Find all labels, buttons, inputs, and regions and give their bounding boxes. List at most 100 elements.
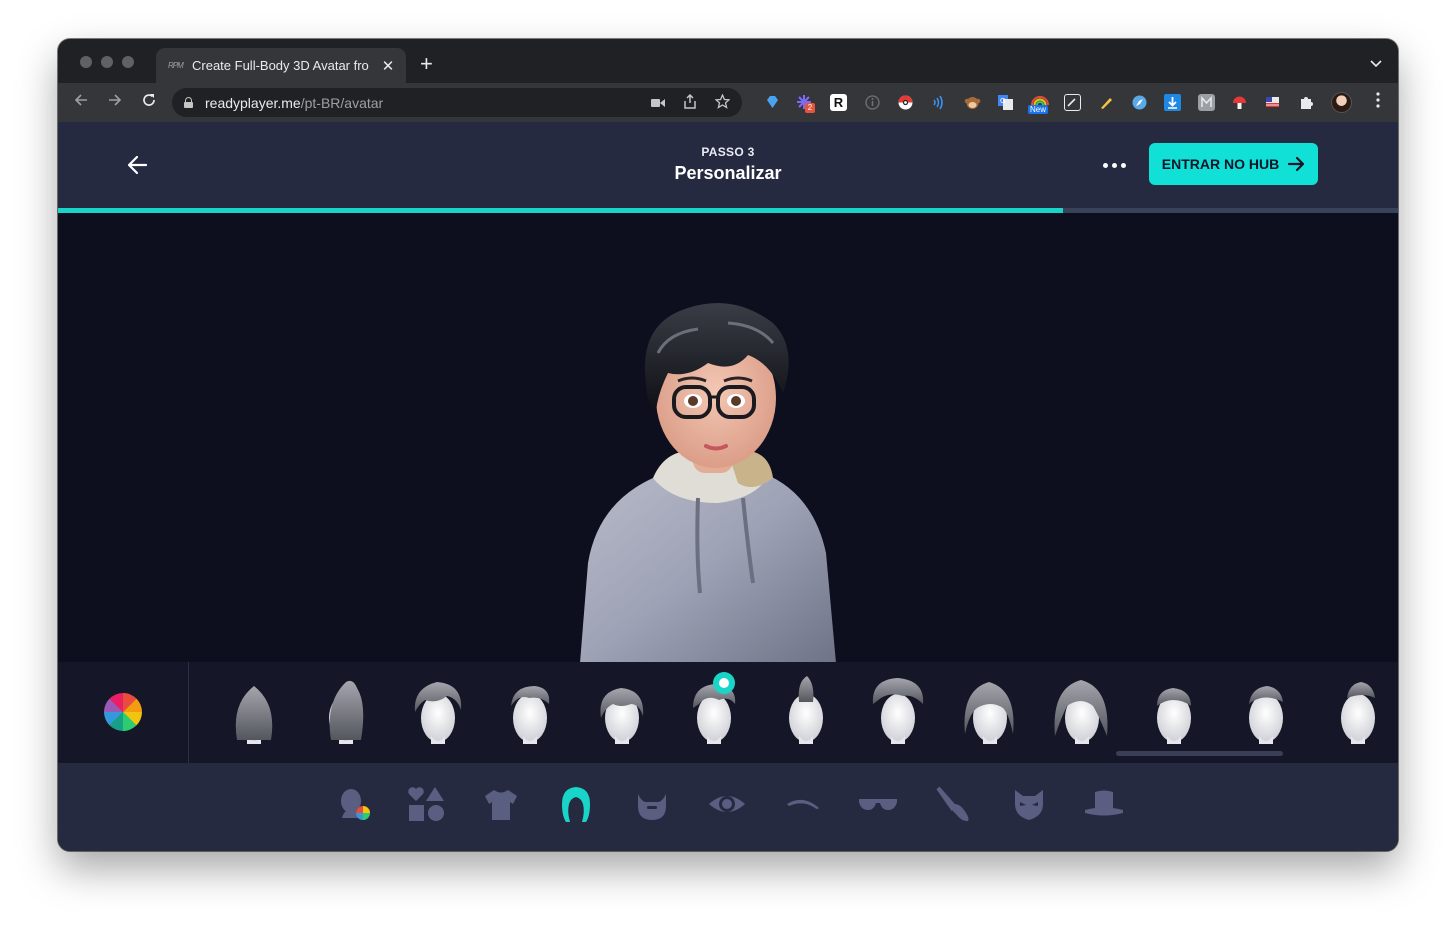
avatar-3d-viewport[interactable]	[58, 213, 1398, 663]
new-tab-button[interactable]: +	[420, 53, 433, 75]
face-shape-icon	[408, 787, 444, 821]
tab-close-button[interactable]: ✕	[380, 57, 396, 75]
category-bar	[58, 763, 1398, 851]
snowflake-extension-icon[interactable]: 2	[796, 94, 815, 113]
m-extension-icon[interactable]	[1198, 94, 1215, 111]
hair-style-long-bob-icon	[235, 686, 273, 744]
more-options-icon[interactable]	[1098, 152, 1130, 178]
category-glasses[interactable]	[857, 783, 899, 825]
highlighter-extension-icon[interactable]	[1098, 94, 1115, 111]
picker-divider	[188, 662, 189, 763]
category-eyebrows[interactable]	[782, 783, 824, 825]
translate-extension-icon[interactable]: G	[997, 94, 1014, 111]
arrow-right-icon	[1288, 156, 1305, 172]
hair-style-voluminous[interactable]	[867, 674, 929, 748]
hair-style-mohawk-icon	[789, 676, 823, 744]
category-hair[interactable]	[555, 783, 597, 825]
hair-style-crew-cut[interactable]	[1143, 674, 1205, 748]
category-skin[interactable]	[333, 783, 375, 825]
pokeball-extension-icon[interactable]	[897, 94, 914, 111]
extension-new-badge: New	[1028, 105, 1049, 114]
category-face-shape[interactable]	[405, 783, 447, 825]
audio-waves-extension-icon[interactable]	[930, 94, 947, 111]
hair-icon	[562, 787, 590, 822]
browser-toolbar: readyplayer.me/pt-BR/avatar 2 R G New	[58, 83, 1398, 122]
lock-icon	[184, 97, 193, 108]
eyebrow-icon	[787, 799, 819, 809]
hair-color-picker-icon[interactable]	[104, 693, 142, 731]
r-extension-icon[interactable]: R	[830, 94, 847, 111]
monkey-extension-icon[interactable]	[964, 94, 981, 111]
back-button[interactable]	[70, 91, 92, 113]
enter-hub-button[interactable]: ENTRAR NO HUB	[1149, 143, 1318, 185]
tab-favicon-icon: RPM	[168, 60, 184, 70]
editor-header: PASSO 3 Personalizar ENTRAR NO HUB	[58, 122, 1398, 208]
window-zoom-control[interactable]	[122, 56, 134, 68]
address-bar[interactable]: readyplayer.me/pt-BR/avatar	[172, 88, 742, 117]
svg-text:G: G	[1000, 97, 1005, 105]
window-close-control[interactable]	[80, 56, 92, 68]
hair-style-undercut-icon	[1341, 682, 1375, 744]
category-face-mask[interactable]	[1008, 783, 1050, 825]
hair-style-side-swept[interactable]	[499, 674, 561, 748]
selected-indicator-icon	[713, 672, 735, 694]
hair-style-wavy-short-icon	[414, 682, 462, 744]
category-headwear[interactable]	[1083, 783, 1125, 825]
category-makeup[interactable]	[933, 783, 975, 825]
url-path: /pt-BR/avatar	[300, 94, 384, 111]
tab-search-chevron-icon[interactable]	[1370, 57, 1382, 71]
hair-style-long-curly[interactable]	[1051, 674, 1113, 748]
enter-hub-label: ENTRAR NO HUB	[1161, 156, 1280, 172]
share-icon[interactable]	[683, 93, 697, 112]
makeup-brush-icon	[936, 786, 969, 822]
hair-style-curly-bob[interactable]	[591, 674, 653, 748]
hair-style-ponytail[interactable]	[315, 674, 377, 748]
category-beard[interactable]	[631, 783, 673, 825]
profile-avatar[interactable]	[1331, 92, 1352, 113]
category-eyes[interactable]	[706, 783, 748, 825]
tab-strip: RPM Create Full-Body 3D Avatar fro ✕ +	[58, 39, 1398, 83]
hair-style-long-wavy-icon	[964, 682, 1014, 744]
hair-style-short-side-part[interactable]	[1235, 674, 1297, 748]
browser-tab[interactable]: RPM Create Full-Body 3D Avatar fro ✕	[156, 48, 406, 83]
reload-button[interactable]	[138, 91, 160, 113]
browser-menu-icon[interactable]	[1376, 92, 1380, 113]
hat-icon	[1085, 790, 1123, 816]
avatar-preview[interactable]	[558, 293, 888, 663]
tab-title: Create Full-Body 3D Avatar fro	[192, 58, 369, 73]
hair-style-mohawk[interactable]	[775, 674, 837, 748]
beard-icon	[638, 794, 666, 820]
rainbow-extension-icon[interactable]: New	[1028, 94, 1049, 114]
info-extension-icon[interactable]	[864, 94, 881, 111]
forward-button[interactable]	[104, 91, 126, 113]
edit-box-extension-icon[interactable]	[1064, 94, 1081, 111]
forward-arrow-icon	[109, 94, 122, 106]
hair-style-wavy-short[interactable]	[407, 674, 469, 748]
download-extension-icon[interactable]	[1164, 94, 1181, 111]
puzzle-extensions-icon[interactable]	[1298, 94, 1315, 111]
mushroom-extension-icon[interactable]	[1231, 94, 1248, 111]
avatar-editor-app: PASSO 3 Personalizar ENTRAR NO HUB	[58, 122, 1398, 851]
hair-list-scrollbar[interactable]	[1116, 751, 1283, 756]
hair-style-long-curly-icon	[1054, 680, 1108, 744]
category-outfit[interactable]	[480, 783, 522, 825]
gem-extension-icon[interactable]	[764, 94, 781, 111]
glasses-icon	[859, 799, 897, 810]
camera-icon[interactable]	[651, 95, 665, 111]
hair-style-voluminous-icon	[872, 678, 924, 744]
skin-color-icon	[341, 789, 370, 820]
bookmark-star-icon[interactable]	[714, 92, 731, 112]
compass-extension-icon[interactable]	[1131, 94, 1148, 111]
hair-style-ponytail-icon	[329, 680, 364, 744]
browser-window: RPM Create Full-Body 3D Avatar fro ✕ + r…	[58, 39, 1398, 851]
window-minimize-control[interactable]	[101, 56, 113, 68]
flag-extension-icon[interactable]	[1264, 94, 1281, 111]
hair-style-undercut[interactable]	[1327, 674, 1389, 748]
hair-style-short-side-part-icon	[1249, 686, 1283, 744]
hair-style-messy-fringe[interactable]	[683, 672, 745, 748]
extension-badge: 2	[805, 103, 815, 113]
hair-style-long-wavy[interactable]	[959, 674, 1021, 748]
hair-style-long-bob[interactable]	[223, 674, 285, 748]
eye-icon	[709, 796, 745, 812]
url-text[interactable]: readyplayer.me/pt-BR/avatar	[205, 95, 633, 111]
